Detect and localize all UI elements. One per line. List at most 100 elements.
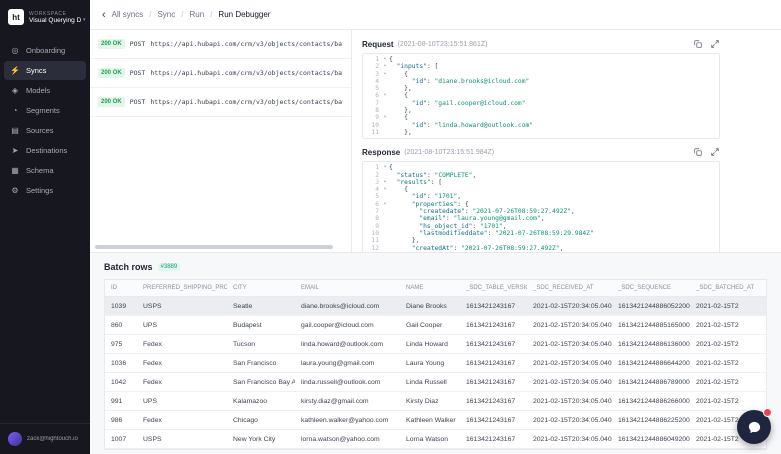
- fold-toggle-icon[interactable]: ▾: [381, 114, 389, 121]
- table-row[interactable]: 991UPSKalamazookirsty.diaz@gmail.comKirs…: [105, 392, 767, 411]
- avatar: [8, 432, 22, 446]
- copy-icon[interactable]: [693, 39, 703, 49]
- table-cell: 2021-02-15T20:34:05.040Z: [527, 411, 612, 430]
- column-header: ID: [105, 280, 137, 297]
- sidebar-item-schema[interactable]: ▦Schema: [4, 161, 86, 180]
- code-line: 5 "id": "1701",: [363, 193, 719, 200]
- fold-spacer: [381, 100, 389, 107]
- back-icon[interactable]: ‹: [102, 11, 106, 19]
- request-list-panel: 200 OKPOSThttps://api.hubapi.com/crm/v3/…: [90, 30, 352, 252]
- code-line: 6▾ {: [363, 92, 719, 99]
- code-line: 11 },: [363, 129, 719, 136]
- table-cell: 991: [105, 392, 137, 411]
- response-timestamp: (2021-08-10T23:15:51.984Z): [404, 149, 494, 156]
- line-number: 7: [363, 208, 381, 215]
- fold-toggle-icon[interactable]: ▾: [381, 71, 389, 78]
- request-code[interactable]: 1▾{2▾ "inputs": [3▾ {4 "id": "diane.broo…: [362, 53, 720, 139]
- table-cell: Kirsty Diaz: [400, 392, 460, 411]
- breadcrumb-item[interactable]: Sync: [157, 10, 175, 19]
- code-text: },: [389, 107, 412, 114]
- chat-launcher-button[interactable]: [737, 410, 771, 444]
- fold-toggle-icon[interactable]: ▾: [381, 92, 389, 99]
- table-cell: 2021-02-15T20:34:05.040Z: [527, 392, 612, 411]
- table-cell: 1613421243167: [460, 430, 527, 449]
- code-text: {: [389, 114, 408, 121]
- fold-toggle-icon[interactable]: ▾: [381, 56, 389, 63]
- table-cell: Linda Howard: [400, 335, 460, 354]
- table-row[interactable]: 860UPSBudapestgail.cooper@icloud.comGail…: [105, 316, 767, 335]
- fold-toggle-icon[interactable]: ▾: [381, 164, 389, 171]
- response-code[interactable]: 1▾{2 "status": "COMPLETE",3▾ "results": …: [362, 161, 720, 252]
- code-text: "createdAt": "2021-07-26T08:59:27.492Z",: [389, 245, 563, 252]
- request-detail-panel: Request (2021-08-10T23:15:51.861Z) 1▾{2▾…: [352, 30, 781, 252]
- code-line: 11 },: [363, 237, 719, 244]
- fold-toggle-icon[interactable]: ▾: [381, 186, 389, 193]
- sidebar-item-syncs[interactable]: ⚡Syncs: [4, 61, 86, 80]
- http-method: POST: [130, 98, 146, 106]
- table-cell: 1613421244886136000: [612, 335, 690, 354]
- request-row[interactable]: 200 OKPOSThttps://api.hubapi.com/crm/v3/…: [90, 59, 351, 88]
- sidebar-item-label: Segments: [26, 106, 60, 115]
- request-row[interactable]: 200 OKPOSThttps://api.hubapi.com/crm/v3/…: [90, 88, 351, 117]
- code-text: "id": "1701",: [389, 193, 461, 200]
- code-text: "properties": {: [389, 201, 469, 208]
- table-cell: Laura Young: [400, 354, 460, 373]
- table-cell: Seatle: [227, 297, 295, 316]
- fold-toggle-icon[interactable]: ▾: [381, 179, 389, 186]
- table-row[interactable]: 975FedexTucsonlinda.howard@outlook.comLi…: [105, 335, 767, 354]
- code-line: 9 "hs_object_id": "1701",: [363, 223, 719, 230]
- sidebar-nav: ◎Onboarding⚡Syncs◈Models◔Segments▤Source…: [0, 40, 90, 423]
- request-row[interactable]: 200 OKPOSThttps://api.hubapi.com/crm/v3/…: [90, 30, 351, 59]
- batch-rows-table-wrap: IDPREFERRED_SHIPPING_PROVIDERCITYEMAILNA…: [104, 279, 767, 450]
- table-row[interactable]: 1039USPSSeatlediane.brooks@icloud.comDia…: [105, 297, 767, 316]
- fold-spacer: [381, 78, 389, 85]
- breadcrumb-item[interactable]: Run Debugger: [218, 10, 270, 19]
- line-number: 9: [363, 114, 381, 121]
- breadcrumb-item-all-syncs[interactable]: All syncs: [112, 10, 144, 19]
- sidebar-item-onboarding[interactable]: ◎Onboarding: [4, 41, 86, 60]
- code-text: "email": "laura.young@gmail.com",: [389, 215, 544, 222]
- notification-dot: [763, 408, 772, 417]
- table-cell: Fedex: [137, 354, 227, 373]
- line-number: 11: [363, 237, 381, 244]
- table-cell: Kathleen Walker: [400, 411, 460, 430]
- line-number: 2: [363, 63, 381, 70]
- code-line: 8 "email": "laura.young@gmail.com",: [363, 215, 719, 222]
- app-sidebar: ht WORKSPACE Visual Querying D... ▾ ◎Onb…: [0, 0, 90, 454]
- code-line: 10 "id": "linda.howard@outlook.com": [363, 122, 719, 129]
- workspace-switcher[interactable]: ht WORKSPACE Visual Querying D... ▾: [0, 0, 90, 34]
- table-cell: 986: [105, 411, 137, 430]
- sidebar-item-sources[interactable]: ▤Sources: [4, 121, 86, 140]
- table-row[interactable]: 986FedexChicagokathleen.walker@yahoo.com…: [105, 411, 767, 430]
- sidebar-item-destinations[interactable]: ➤Destinations: [4, 141, 86, 160]
- table-cell: 1036: [105, 354, 137, 373]
- sidebar-item-settings[interactable]: ⚙Settings: [4, 181, 86, 200]
- table-cell: Chicago: [227, 411, 295, 430]
- table-body: 1039USPSSeatlediane.brooks@icloud.comDia…: [105, 297, 767, 449]
- table-row[interactable]: 1036FedexSan Franciscolaura.young@gmail.…: [105, 354, 767, 373]
- sidebar-item-segments[interactable]: ◔Segments: [4, 101, 86, 120]
- table-cell: 2021-02-15T2: [690, 354, 767, 373]
- status-badge: 200 OK: [98, 97, 125, 107]
- breadcrumb-item[interactable]: Run: [190, 10, 205, 19]
- sidebar-item-models[interactable]: ◈Models: [4, 81, 86, 100]
- expand-icon[interactable]: [710, 147, 720, 157]
- batch-rows-title: Batch rows: [104, 262, 153, 272]
- expand-icon[interactable]: [710, 39, 720, 49]
- horizontal-scrollbar[interactable]: [95, 245, 333, 249]
- request-panel-title: Request: [362, 40, 394, 49]
- table-row[interactable]: 1042FedexSan Francisco Bay Arealinda.rus…: [105, 373, 767, 392]
- sidebar-item-label: Sources: [26, 126, 54, 135]
- status-badge: 200 OK: [98, 68, 125, 78]
- line-number: 6: [363, 92, 381, 99]
- table-row[interactable]: 1007USPSNew York Citylorna.watson@yahoo.…: [105, 430, 767, 449]
- sidebar-item-label: Onboarding: [26, 46, 65, 55]
- line-number: 1: [363, 56, 381, 63]
- user-profile[interactable]: zack@hightouch.io: [0, 423, 90, 454]
- fold-toggle-icon[interactable]: ▾: [381, 63, 389, 70]
- table-cell: Fedex: [137, 411, 227, 430]
- copy-icon[interactable]: [693, 147, 703, 157]
- code-text: },: [389, 129, 412, 136]
- fold-toggle-icon[interactable]: ▾: [381, 201, 389, 208]
- line-number: 6: [363, 201, 381, 208]
